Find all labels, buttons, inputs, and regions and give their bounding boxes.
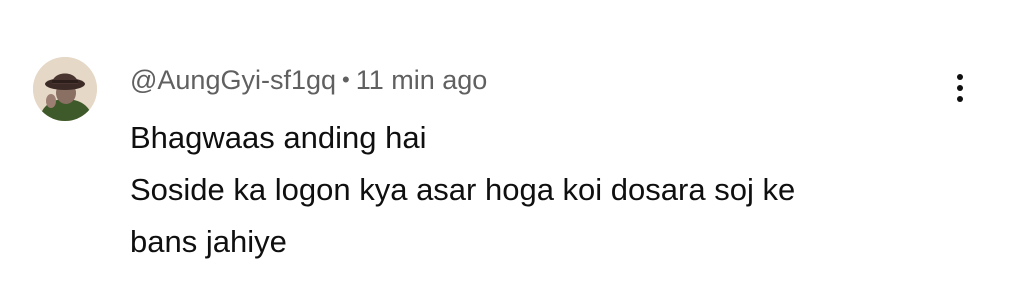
- comment-timestamp[interactable]: 11 min ago: [356, 65, 488, 96]
- comment-meta: @AungGyi-sf1gq • 11 min ago: [130, 62, 487, 98]
- meta-separator: •: [342, 67, 350, 92]
- menu-dot: [957, 74, 963, 80]
- more-vert-icon[interactable]: [940, 66, 980, 110]
- author-name[interactable]: @AungGyi-sf1gq: [130, 65, 336, 96]
- comment-thread-item: @AungGyi-sf1gq • 11 min ago Bhagwaas and…: [0, 0, 1024, 281]
- comment-line: bans jahiye: [130, 224, 287, 259]
- avatar[interactable]: [33, 57, 97, 121]
- comment-line: Soside ka logon kya asar hoga koi dosara…: [130, 172, 796, 207]
- avatar-image: [33, 57, 97, 121]
- comment-text: Bhagwaas anding hai Soside ka logon kya …: [130, 112, 950, 268]
- menu-dot: [957, 96, 963, 102]
- menu-dot: [957, 85, 963, 91]
- comment-line: Bhagwaas anding hai: [130, 120, 427, 155]
